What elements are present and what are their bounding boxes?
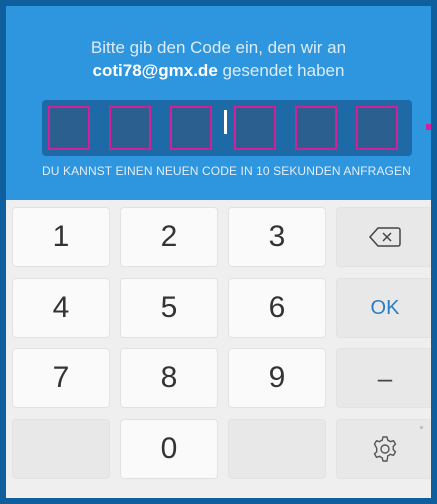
resend-notice: DU KANNST EINEN NEUEN CODE IN 10 SEKUNDE…: [42, 164, 411, 178]
prompt-line-2: coti78@gmx.de gesendet haben: [6, 59, 431, 82]
code-digit-3[interactable]: [170, 106, 212, 150]
numeric-keypad: 1 2 3 4 5 6 OK 7 8 9 – 0: [6, 200, 431, 498]
backspace-key[interactable]: [336, 207, 431, 267]
prompt-text: Bitte gib den Code ein, den wir an coti7…: [6, 36, 431, 82]
key-9[interactable]: 9: [228, 348, 326, 408]
key-5[interactable]: 5: [120, 278, 218, 338]
prompt-line-1: Bitte gib den Code ein, den wir an: [90, 38, 347, 57]
code-digit-1[interactable]: [48, 106, 90, 150]
empty-key-2: [228, 419, 326, 479]
code-input[interactable]: [42, 100, 412, 156]
key-2[interactable]: 2: [120, 207, 218, 267]
backspace-icon: [369, 227, 401, 247]
key-4[interactable]: 4: [12, 278, 110, 338]
verification-screen: Bitte gib den Code ein, den wir an coti7…: [6, 6, 431, 498]
key-1[interactable]: 1: [12, 207, 110, 267]
key-0[interactable]: 0: [120, 419, 218, 479]
code-digit-5[interactable]: [295, 106, 337, 150]
code-digit-2[interactable]: [109, 106, 151, 150]
edge-marker: [426, 124, 431, 130]
code-digit-4[interactable]: [234, 106, 276, 150]
key-8[interactable]: 8: [120, 348, 218, 408]
key-6[interactable]: 6: [228, 278, 326, 338]
code-digit-6[interactable]: [356, 106, 398, 150]
settings-key[interactable]: [336, 419, 431, 479]
gear-icon: [373, 436, 397, 462]
indicator-dot: [420, 426, 423, 429]
text-cursor: [224, 110, 227, 134]
prompt-suffix: gesendet haben: [217, 61, 345, 80]
dash-key[interactable]: –: [336, 348, 431, 408]
email-address: coti78@gmx.de: [92, 61, 218, 80]
empty-key: [12, 419, 110, 479]
ok-key[interactable]: OK: [336, 278, 431, 338]
key-3[interactable]: 3: [228, 207, 326, 267]
screen-frame: Bitte gib den Code ein, den wir an coti7…: [0, 0, 437, 504]
key-7[interactable]: 7: [12, 348, 110, 408]
